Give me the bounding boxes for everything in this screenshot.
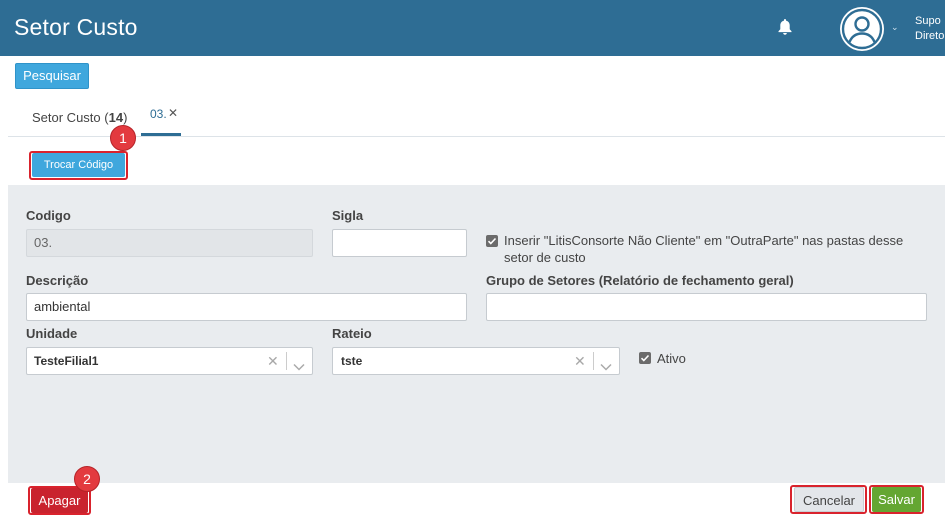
descricao-label: Descrição bbox=[26, 273, 89, 288]
highlight-box bbox=[790, 485, 867, 514]
clear-icon[interactable]: ✕ bbox=[574, 353, 586, 370]
bell-icon[interactable] bbox=[777, 18, 793, 36]
tab-count: 14 bbox=[108, 110, 124, 125]
user-name[interactable]: Supo bbox=[915, 15, 941, 27]
tab-suffix: ) bbox=[123, 110, 128, 125]
tab-record-03[interactable]: 03. bbox=[150, 107, 167, 121]
checkbox-icon[interactable] bbox=[639, 352, 651, 364]
user-avatar-icon[interactable] bbox=[840, 7, 884, 51]
sigla-input[interactable] bbox=[332, 229, 467, 257]
top-header: Setor Custo ⌄ Supo Direto bbox=[0, 0, 945, 56]
chevron-down-icon[interactable]: ⌄ bbox=[891, 22, 899, 33]
tab-label: Setor Custo ( bbox=[32, 110, 109, 125]
user-role: Direto bbox=[915, 30, 945, 42]
clear-icon[interactable]: ✕ bbox=[267, 353, 279, 370]
tab-divider bbox=[8, 136, 945, 137]
checkbox-icon[interactable] bbox=[486, 235, 498, 247]
sigla-label: Sigla bbox=[332, 208, 364, 223]
rateio-value: tste bbox=[341, 354, 363, 368]
codigo-field: 03. bbox=[26, 229, 313, 257]
grupo-input[interactable] bbox=[486, 293, 927, 321]
step-badge-1: 1 bbox=[110, 125, 136, 151]
close-icon[interactable]: ✕ bbox=[168, 106, 178, 120]
select-divider bbox=[593, 352, 594, 370]
page-title: Setor Custo bbox=[14, 14, 138, 40]
step-badge-2: 2 bbox=[74, 466, 100, 492]
highlight-box bbox=[29, 151, 128, 180]
rateio-label: Rateio bbox=[332, 326, 372, 341]
ativo-label: Ativo bbox=[657, 351, 686, 366]
highlight-box bbox=[869, 485, 924, 514]
tab-setor-custo[interactable]: Setor Custo (14) bbox=[32, 110, 127, 125]
chevron-down-icon[interactable] bbox=[600, 358, 612, 371]
search-button[interactable]: Pesquisar bbox=[15, 63, 89, 89]
descricao-input[interactable]: ambiental bbox=[26, 293, 467, 321]
inserir-litis-label: Inserir "LitisConsorte Não Cliente" em "… bbox=[504, 233, 904, 265]
chevron-down-icon[interactable] bbox=[293, 358, 305, 371]
grupo-label: Grupo de Setores (Relatório de fechament… bbox=[486, 273, 794, 288]
codigo-label: Codigo bbox=[26, 208, 71, 223]
unidade-value: TesteFilial1 bbox=[34, 354, 99, 368]
unidade-label: Unidade bbox=[26, 326, 78, 341]
select-divider bbox=[286, 352, 287, 370]
